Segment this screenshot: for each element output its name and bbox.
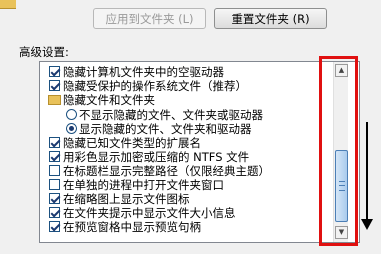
folder-icon: [0, 0, 16, 9]
list-item[interactable]: 在标题栏显示完整路径（仅限经典主题）: [40, 165, 330, 178]
list-item-label: 显示隐藏的文件、文件夹和驱动器: [79, 122, 252, 136]
checkbox[interactable]: [49, 165, 60, 176]
reset-folders-button[interactable]: 重置文件夹 (R): [214, 8, 327, 29]
folder-icon: [48, 95, 61, 105]
checkbox[interactable]: [49, 151, 60, 162]
advanced-settings-label: 高级设置:: [19, 45, 69, 59]
list-item[interactable]: 在单独的进程中打开文件夹窗口: [40, 179, 330, 192]
list-group-label: 隐藏文件和文件夹: [63, 93, 155, 107]
list-item[interactable]: 用彩色显示加密或压缩的 NTFS 文件: [40, 151, 330, 164]
list-item-label: 不显示隐藏的文件、文件夹或驱动器: [79, 108, 263, 122]
list-item-label: 隐藏计算机文件夹中的空驱动器: [63, 65, 224, 79]
list-item[interactable]: 不显示隐藏的文件、文件夹或驱动器: [40, 109, 330, 122]
checkbox[interactable]: [49, 221, 60, 232]
list-item-label: 用彩色显示加密或压缩的 NTFS 文件: [63, 150, 250, 164]
list-item[interactable]: 在缩略图上显示文件图标: [40, 193, 330, 206]
checkbox[interactable]: [49, 179, 60, 190]
radio-button[interactable]: [66, 109, 77, 120]
list-item-label: 在缩略图上显示文件图标: [63, 192, 190, 206]
list-item-label: 隐藏受保护的操作系统文件（推荐）: [63, 79, 247, 93]
list-item[interactable]: 在文件夹提示中显示文件大小信息: [40, 207, 330, 220]
list-item-label: 在预览窗格中显示预览句柄: [63, 220, 201, 234]
list-item-label: 在标题栏显示完整路径（仅限经典主题）: [63, 164, 270, 178]
arrow-head-icon: [361, 219, 373, 230]
radio-button[interactable]: [66, 123, 77, 134]
checkbox[interactable]: [49, 193, 60, 204]
list-item-label: 在文件夹提示中显示文件大小信息: [63, 206, 236, 220]
list-item-label: 在单独的进程中打开文件夹窗口: [63, 178, 224, 192]
list-item[interactable]: 隐藏计算机文件夹中的空驱动器: [40, 66, 330, 79]
checkbox[interactable]: [49, 80, 60, 91]
apply-to-folders-button[interactable]: 应用到文件夹 (L): [93, 8, 206, 29]
highlight-annotation-box: [319, 56, 358, 246]
checkbox[interactable]: [49, 207, 60, 218]
checkbox[interactable]: [49, 137, 60, 148]
list-item[interactable]: 显示隐藏的文件、文件夹和驱动器: [40, 123, 330, 136]
checkbox[interactable]: [49, 66, 60, 77]
list-item[interactable]: 在预览窗格中显示预览句柄: [40, 221, 330, 234]
down-arrow-icon: [366, 122, 368, 222]
list-item[interactable]: 隐藏已知文件类型的扩展名: [40, 137, 330, 150]
folder-options-panel: 应用到文件夹 (L) 重置文件夹 (R) 高级设置: 隐藏计算机文件夹中的空驱动…: [0, 0, 381, 254]
advanced-settings-list[interactable]: 隐藏计算机文件夹中的空驱动器 隐藏受保护的操作系统文件（推荐） 隐藏文件和文件夹…: [39, 61, 360, 243]
list-item-label: 隐藏已知文件类型的扩展名: [63, 136, 201, 150]
list-group: 隐藏文件和文件夹: [40, 94, 330, 107]
list-item[interactable]: 隐藏受保护的操作系统文件（推荐）: [40, 80, 330, 93]
